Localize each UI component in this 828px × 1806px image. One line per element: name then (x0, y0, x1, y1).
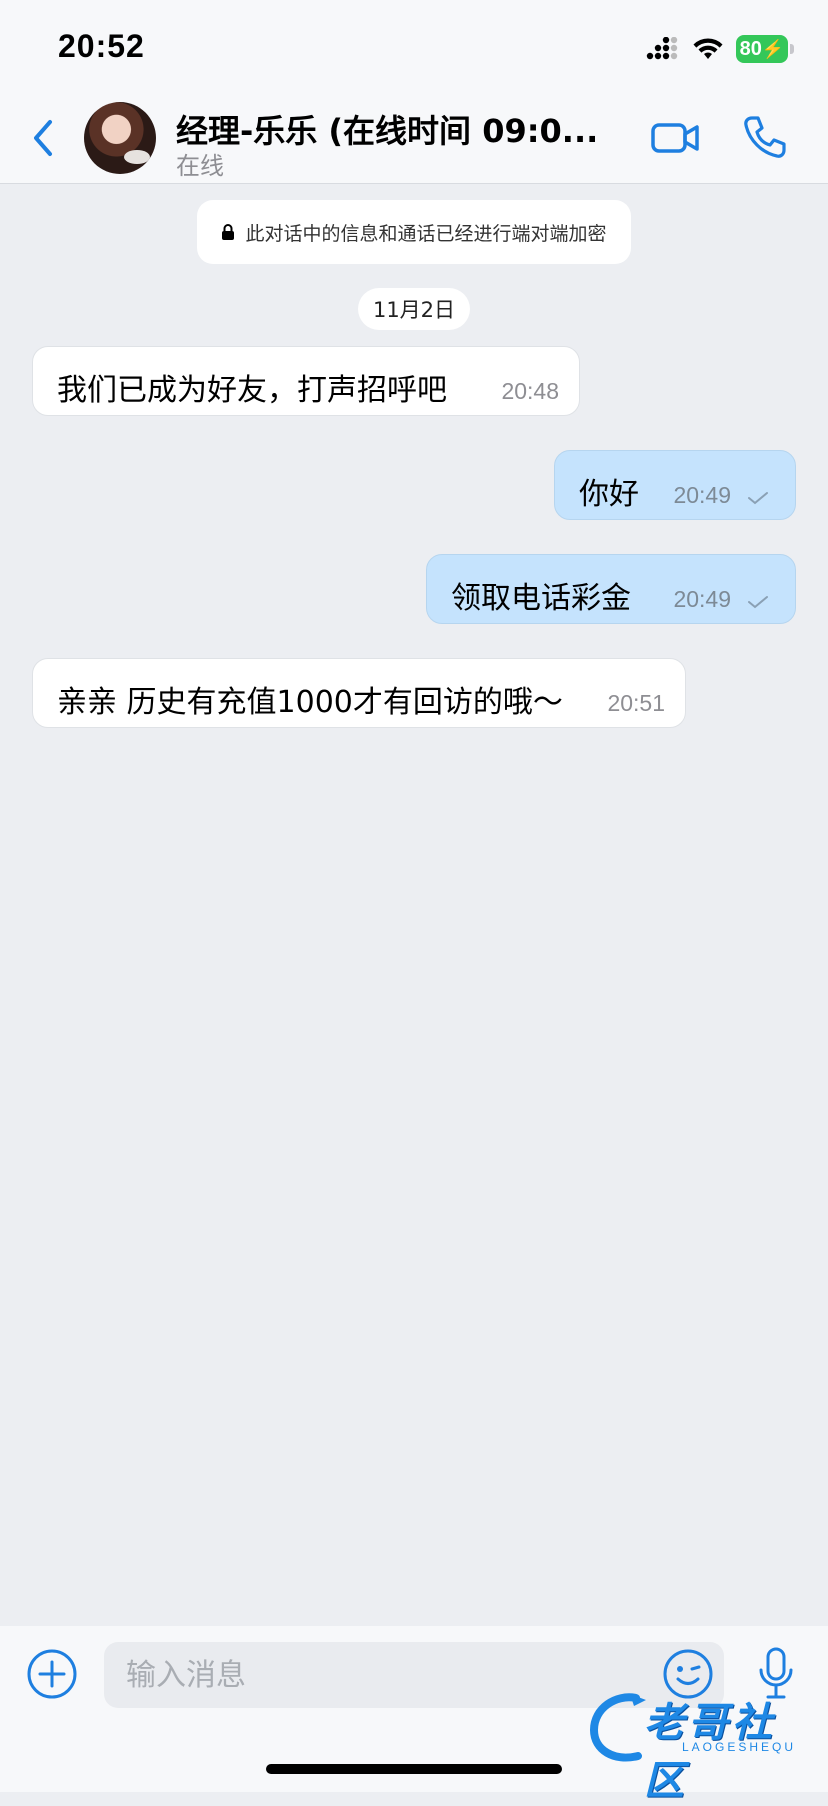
watermark-logo: 老哥社区 LAOGESHEQU (586, 1690, 816, 1804)
contact-avatar[interactable] (84, 102, 156, 174)
plus-circle-icon (27, 1649, 77, 1699)
encryption-notice[interactable]: 此对话中的信息和通话已经进行端对端加密 (197, 200, 631, 264)
message-bubble-outgoing[interactable]: 领取电话彩金 20:49 (426, 554, 796, 624)
sent-check-icon (748, 492, 768, 505)
message-text: 亲亲 历史有充值1000才有回访的哦～ (57, 685, 563, 720)
message-text: 你好 (579, 477, 639, 512)
video-call-button[interactable] (650, 114, 702, 162)
status-bar: 20:52 80 ⚡ (0, 0, 828, 92)
message-time: 20:48 (501, 378, 559, 404)
message-time: 20:49 (673, 586, 731, 612)
home-indicator[interactable] (266, 1764, 562, 1774)
message-bubble-incoming[interactable]: 亲亲 历史有充值1000才有回访的哦～ 20:51 (32, 658, 686, 728)
message-time: 20:49 (673, 482, 731, 508)
status-time: 20:52 (58, 28, 145, 64)
contact-name[interactable]: 经理-乐乐 (在线时间 09:0... (176, 106, 606, 152)
lock-icon (222, 224, 235, 240)
battery-charging-icon: 80 ⚡ (736, 35, 794, 63)
battery-level: 80 (739, 37, 762, 60)
back-button[interactable] (24, 114, 64, 162)
attach-button[interactable] (26, 1648, 78, 1700)
contact-status: 在线 (176, 152, 224, 180)
status-icons: 80 ⚡ (646, 34, 794, 64)
message-time: 20:51 (607, 690, 665, 716)
voice-call-button[interactable] (740, 112, 790, 162)
watermark-subtext: LAOGESHEQU (682, 1740, 797, 1754)
video-camera-icon (651, 123, 699, 153)
chat-header: 经理-乐乐 (在线时间 09:0... 在线 (0, 92, 828, 184)
message-text: 我们已成为好友，打声招呼吧 (57, 373, 447, 408)
wifi-icon (693, 38, 723, 59)
encryption-notice-text: 此对话中的信息和通话已经进行端对端加密 (245, 222, 607, 245)
cellular-signal-icon (646, 37, 678, 60)
message-bubble-outgoing[interactable]: 你好 20:49 (554, 450, 796, 520)
message-bubble-incoming[interactable]: 我们已成为好友，打声招呼吧 20:48 (32, 346, 580, 416)
back-chevron-icon (34, 120, 52, 156)
message-text: 领取电话彩金 (451, 581, 631, 616)
date-separator: 11月2日 (358, 288, 470, 330)
sent-check-icon (748, 596, 768, 609)
phone-icon (744, 116, 786, 158)
